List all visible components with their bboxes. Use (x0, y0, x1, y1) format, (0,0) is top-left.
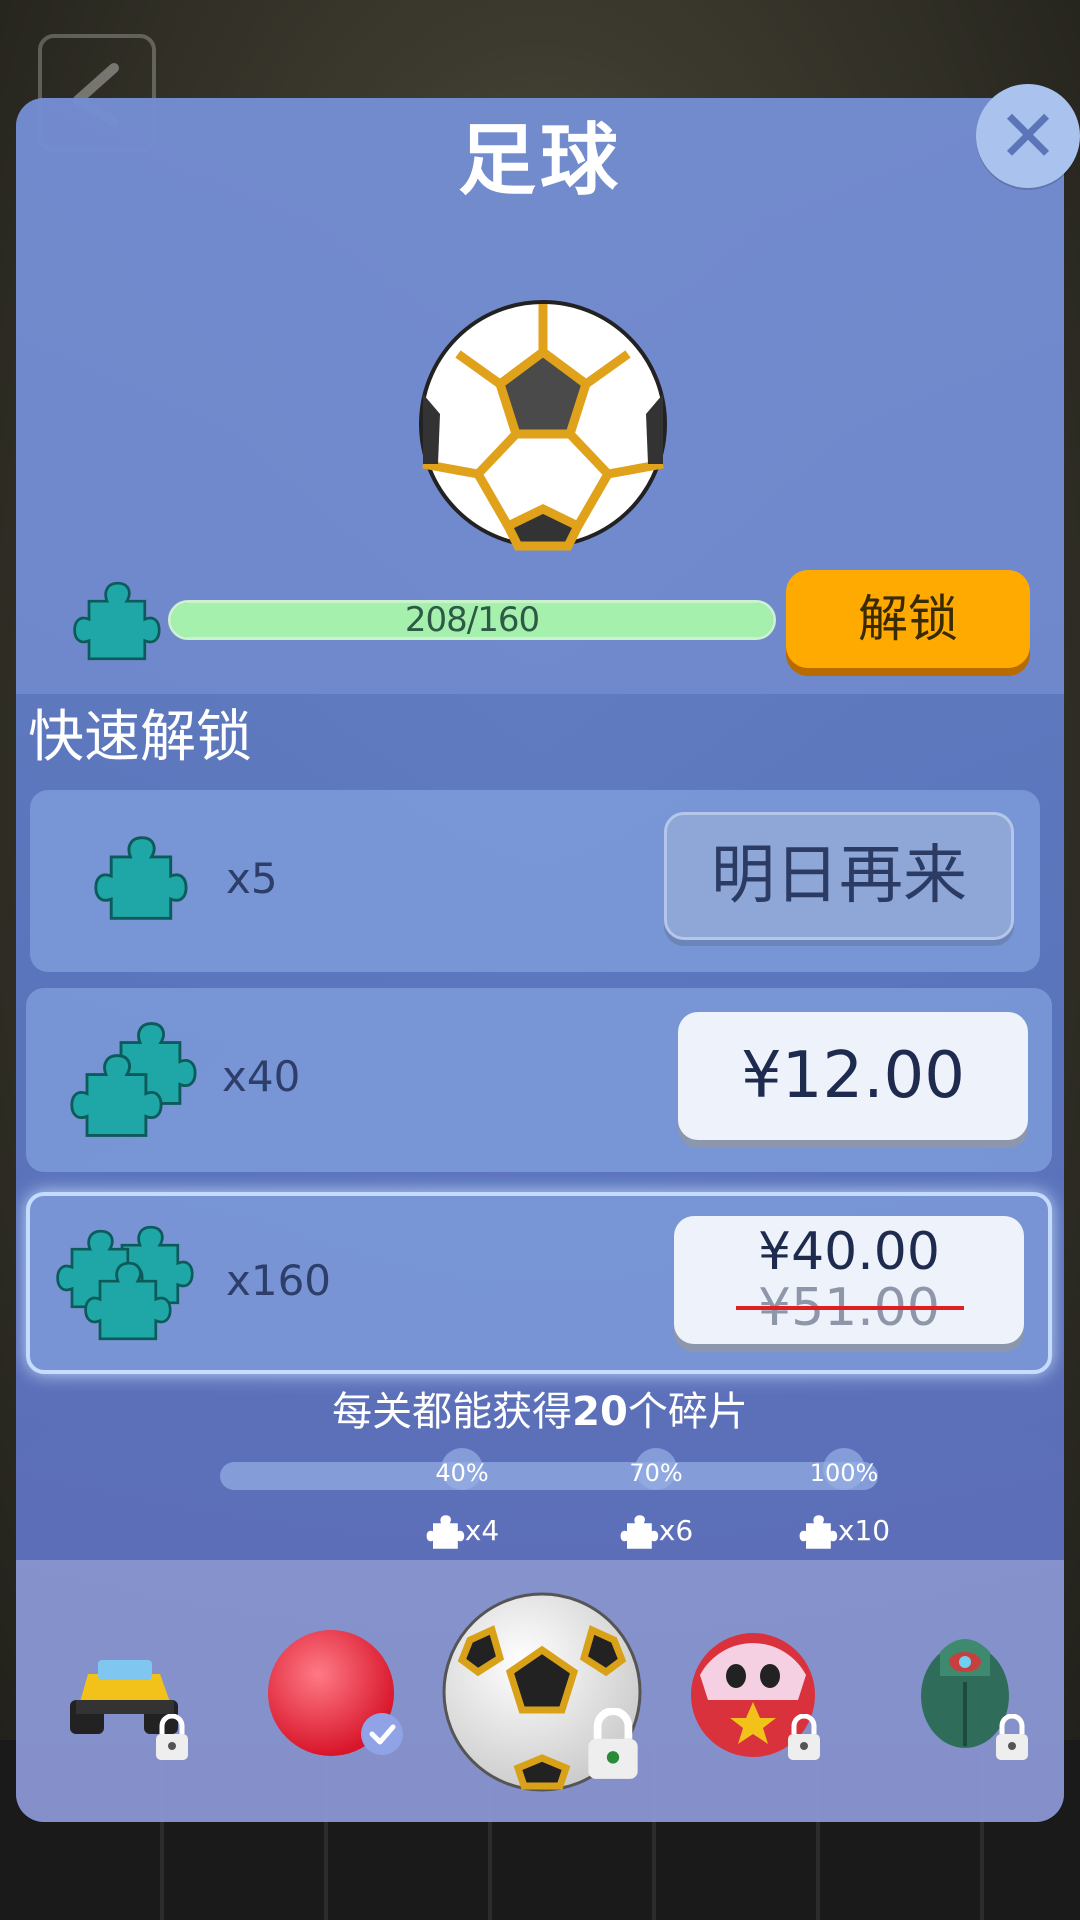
sale-price: ¥40.00 (758, 1222, 940, 1282)
buy-40-button[interactable]: ¥12.00 (678, 1012, 1028, 1140)
page-title: 足球 (457, 116, 622, 206)
lock-icon (992, 1713, 1032, 1766)
milestone-40: 40% x4 (402, 1448, 522, 1549)
come-back-tomorrow-button[interactable]: 明日再来 (664, 812, 1014, 940)
puzzle-piece-icon (94, 836, 188, 920)
strikethrough-line (736, 1306, 964, 1310)
milestone-reward: x6 (596, 1512, 716, 1552)
close-button[interactable]: ✕ (976, 84, 1080, 188)
soccer-ball-preview (419, 300, 667, 551)
milestone-100: 100% x10 (784, 1448, 904, 1549)
milestone-track (220, 1462, 878, 1490)
puzzle-piece-icon (620, 1515, 658, 1549)
offer-quantity: x5 (226, 854, 278, 903)
puzzle-pieces-icon (56, 1225, 194, 1341)
level-reward-prefix: 每关都能获得 (332, 1389, 573, 1435)
offer-row: x40 ¥12.00 (26, 988, 1052, 1172)
skin-carousel (16, 1560, 1064, 1822)
puzzle-piece-icon (426, 1515, 464, 1549)
milestone-percent: 100% (809, 1459, 879, 1487)
lock-icon (582, 1707, 644, 1786)
unlock-button[interactable]: 解锁 (786, 570, 1030, 668)
milestone-reward: x10 (784, 1512, 904, 1552)
puzzle-piece-icon (799, 1515, 838, 1549)
offer-row: x5 明日再来 (30, 790, 1040, 972)
milestone-reward: x4 (402, 1512, 522, 1552)
offer-quantity: x160 (226, 1256, 332, 1305)
selected-check-icon (360, 1712, 404, 1760)
milestone-reward-amount: x6 (658, 1514, 694, 1547)
puzzle-piece-icon (73, 581, 161, 661)
offer-row-highlighted: x160 ¥40.00 ¥51.00 (26, 1192, 1052, 1374)
milestone-percent: 70% (629, 1459, 683, 1487)
skin-unlock-panel: 足球 208/160 解锁 快速解锁 x5 明日再来 x40 ¥12.00 x1… (16, 98, 1064, 1822)
offer-quantity: x40 (222, 1052, 301, 1101)
level-reward-text: 每关都能获得20个碎片 (16, 1382, 1064, 1442)
milestone-reward-amount: x4 (464, 1514, 500, 1547)
puzzle-pieces-icon (70, 1022, 197, 1137)
milestone-reward-amount: x10 (837, 1514, 891, 1547)
buy-160-button[interactable]: ¥40.00 ¥51.00 (674, 1216, 1024, 1344)
level-reward-count: 20 (572, 1389, 628, 1435)
level-reward-suffix: 个碎片 (627, 1389, 748, 1435)
progress-text: 208/160 (404, 600, 540, 640)
quick-unlock-title: 快速解锁 (28, 705, 252, 770)
lock-icon (152, 1713, 192, 1766)
milestone-percent: 40% (435, 1459, 489, 1487)
lock-icon (784, 1713, 824, 1766)
fragment-progress: 208/160 解锁 (16, 568, 1064, 678)
milestone-70: 70% x6 (596, 1448, 716, 1549)
close-icon: ✕ (997, 94, 1059, 178)
